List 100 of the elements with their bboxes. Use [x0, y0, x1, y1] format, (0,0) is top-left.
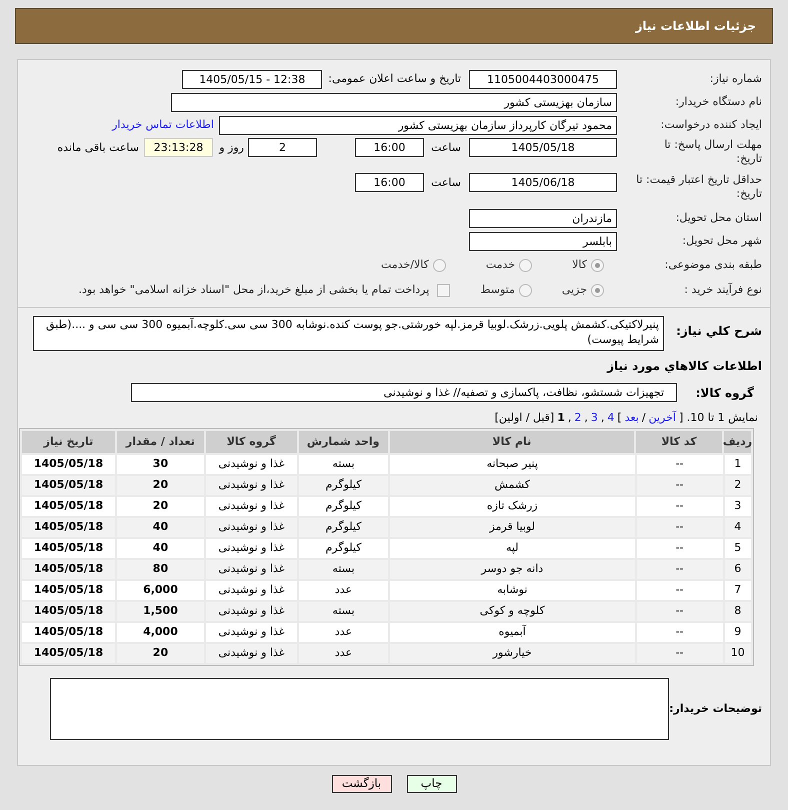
table-cell: 1405/05/18: [22, 623, 115, 642]
column-header: تاریخ نیاز: [22, 431, 115, 453]
radio-button[interactable]: [519, 258, 532, 272]
field-label: پرداخت تمام یا بخشی از مبلغ خرید،از محل "اسناد خزانه اسلامی" خواهد بود.: [78, 282, 430, 298]
table-cell: زرشک تازه: [390, 497, 635, 516]
field-label: شهر محل تحویل:: [681, 232, 762, 249]
table-cell: 6,000: [116, 581, 204, 600]
radio-label: کالا/خدمت: [381, 256, 429, 273]
table-cell: کیلوگرم: [298, 476, 388, 495]
table-cell: غذا و نوشیدنی: [206, 476, 297, 495]
table-cell: 7: [724, 581, 751, 600]
text-field[interactable]: سازمان بهزیستی کشور: [171, 92, 617, 112]
text-field[interactable]: 1405/05/18: [469, 138, 617, 157]
table-cell: 30: [116, 455, 204, 474]
table-cell: 1,500: [116, 602, 204, 621]
table-cell: غذا و نوشیدنی: [206, 581, 297, 600]
table-cell: 20: [116, 476, 204, 495]
field-label: تاریخ و ساعت اعلان عمومی:: [327, 70, 461, 87]
pagination-text: /: [642, 410, 646, 426]
field-label: طبقه بندی موضوعی:: [664, 256, 762, 273]
table-cell: 1405/05/18: [22, 518, 115, 537]
table-cell: 6: [724, 560, 751, 579]
table-cell: غذا و نوشیدنی: [206, 455, 297, 474]
text-field[interactable]: 2: [248, 138, 317, 157]
table-cell: --: [636, 539, 723, 558]
field-label: نام دستگاه خریدار:: [674, 94, 762, 110]
pagination-text: [قبل / اولین]: [494, 410, 554, 426]
table-cell: عدد: [298, 644, 388, 663]
text-field[interactable]: 23:13:28: [144, 138, 213, 157]
section-title: اطلاعات کالاهاي مورد نياز: [606, 358, 762, 375]
field-label: شماره نیاز:: [708, 70, 762, 87]
table-cell: نوشابه: [390, 581, 635, 600]
page-link[interactable]: 1: [557, 410, 565, 426]
text-field[interactable]: 1105004403000475: [469, 70, 617, 88]
table-cell: بسته: [298, 455, 388, 474]
field-label: مهلت ارسال پاسخ: تا تاریخ:: [663, 138, 762, 166]
radio-button[interactable]: [591, 284, 604, 296]
table-cell: غذا و نوشیدنی: [206, 623, 297, 642]
table-cell: 3: [724, 497, 751, 516]
table-cell: 1405/05/18: [22, 602, 115, 621]
buyer-notes-field[interactable]: [50, 678, 669, 740]
radio-button[interactable]: [432, 258, 446, 272]
field-label: روز و: [218, 140, 245, 156]
field-label: حداقل تاریخ اعتبار قیمت: تا تاریخ:: [635, 173, 762, 201]
radio-label: متوسط: [480, 282, 515, 298]
table-cell: --: [636, 644, 723, 663]
table-cell: کشمش: [390, 476, 635, 495]
table-cell: 40: [116, 539, 204, 558]
radio-label: کالا: [572, 256, 587, 273]
table-cell: --: [636, 518, 723, 537]
page-link[interactable]: 2: [574, 410, 582, 426]
column-header: گروه کالا: [206, 431, 297, 453]
field-label: استان محل تحویل:: [674, 210, 762, 226]
table-cell: 4,000: [116, 623, 204, 642]
table-cell: بسته: [298, 560, 388, 579]
page-link[interactable]: 3: [590, 410, 598, 426]
back-button[interactable]: بازگشت: [332, 775, 392, 793]
text-field[interactable]: 1405/06/18: [469, 173, 617, 192]
pagination-text: نمایش 1 تا 10. [: [678, 410, 758, 426]
table-cell: کیلوگرم: [298, 497, 388, 516]
table-cell: 1: [724, 455, 751, 474]
text-field[interactable]: مازندران: [469, 208, 617, 228]
field-label: نوع فرآیند خرید :: [683, 282, 762, 298]
table-cell: --: [636, 602, 723, 621]
pagination-text: ,: [568, 410, 572, 426]
page-title: جزئیات اطلاعات نیاز: [635, 18, 756, 35]
radio-button[interactable]: [518, 284, 532, 296]
pagination-link[interactable]: بعد: [624, 410, 639, 426]
field-label: توضیحات خریدار:: [669, 700, 762, 717]
table-cell: 4: [724, 518, 751, 537]
print-button[interactable]: چاپ: [406, 775, 456, 793]
checkbox[interactable]: [437, 284, 450, 296]
text-field[interactable]: بابلسر: [469, 232, 617, 250]
page-link[interactable]: 4: [607, 410, 614, 426]
text-field[interactable]: 1405/05/15 - 12:38: [182, 70, 322, 88]
radio-label: خدمت: [486, 256, 516, 273]
table-cell: 1405/05/18: [22, 497, 115, 516]
contact-link[interactable]: اطلاعات تماس خریدار: [112, 116, 214, 134]
table-cell: 80: [116, 560, 204, 579]
table-cell: --: [636, 455, 723, 474]
text-field[interactable]: 16:00: [355, 173, 424, 192]
text-field[interactable]: تجهیزات شستشو، نظافت، پاکسازی و تصفیه// غذا و نوشیدنی: [131, 383, 677, 402]
radio-button[interactable]: [591, 258, 604, 272]
table-cell: 1405/05/18: [22, 644, 115, 663]
table-cell: 9: [724, 623, 751, 642]
table-cell: غذا و نوشیدنی: [206, 560, 297, 579]
table-cell: 20: [116, 497, 204, 516]
column-header: واحد شمارش: [298, 431, 388, 453]
field-label: گروه کالا:: [694, 384, 755, 402]
table-cell: کلوچه و کوکی: [390, 602, 635, 621]
description-field[interactable]: پنیرلاکتیکی.کشمش پلویی.زرشک.لوبیا قرمز.لپه خورشتی.جو پوست کنده.نوشابه 300 سی سی.کلوچه.آبمیوه 300 سی سی و ....(طبق شرایط پیوست): [33, 316, 664, 351]
table-cell: 10: [724, 644, 751, 663]
text-field[interactable]: محمود تیرگان کارپرداز سازمان بهزیستی کشور: [219, 116, 617, 134]
pagination-text: ,: [584, 410, 588, 426]
pagination-link[interactable]: آخرین: [648, 410, 676, 426]
field-label: ساعت: [430, 175, 462, 191]
table-cell: 1405/05/18: [22, 581, 115, 600]
table-cell: --: [636, 560, 723, 579]
table-cell: پنیر صبحانه: [390, 455, 635, 474]
text-field[interactable]: 16:00: [355, 138, 424, 157]
